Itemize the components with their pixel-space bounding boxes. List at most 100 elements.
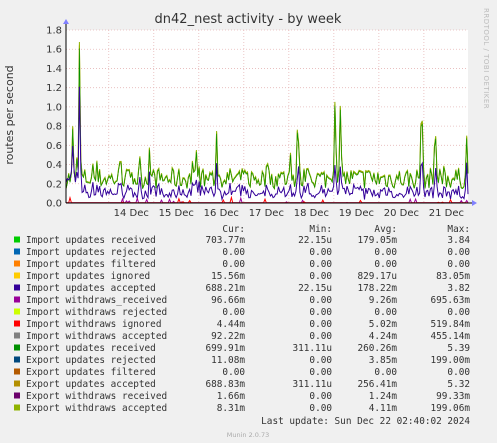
legend-value-max: 99.33m — [436, 391, 470, 402]
legend-series-name: Import withdraws rejected — [26, 307, 167, 318]
legend-value-avg: 829.17u — [357, 271, 397, 282]
legend-swatch — [14, 380, 20, 387]
legend-swatch — [14, 296, 20, 303]
legend-series-name: Import updates ignored — [26, 271, 150, 282]
legend-value-cur: 0.00 — [222, 307, 245, 318]
legend-swatch — [14, 260, 20, 267]
legend-value-cur: 0.00 — [222, 367, 245, 378]
legend-series-name: Import withdraws ignored — [26, 319, 161, 330]
legend-value-cur: 703.77m — [205, 235, 245, 246]
legend-value-avg: 0.00 — [374, 247, 397, 258]
legend-series-name: Export updates filtered — [26, 367, 156, 378]
legend-value-avg: 0.00 — [374, 307, 397, 318]
legend-value-max: 3.82 — [447, 283, 470, 294]
legend-value-max: 455.14m — [430, 331, 470, 342]
y-tick-label: 0.0 — [46, 199, 62, 210]
legend-value-min: 0.00 — [309, 319, 332, 330]
legend-series-name: Import updates rejected — [26, 247, 156, 258]
legend-series-name: Import withdraws_received — [26, 295, 167, 306]
legend-value-max: 199.06m — [430, 403, 470, 414]
legend-value-max: 5.39 — [447, 343, 470, 354]
legend-value-cur: 92.22m — [211, 331, 245, 342]
legend-header-max: Max: — [447, 224, 470, 235]
legend: Cur: Min: Avg: Max: Import updates recei… — [14, 224, 470, 414]
munin-graph: dn42_nest activity - by week routes per … — [3, 8, 490, 439]
x-tick-label: 20 Dec — [384, 208, 419, 219]
munin-version: Munin 2.0.73 — [227, 431, 270, 439]
y-tick-label: 0.2 — [46, 179, 62, 190]
legend-value-max: 3.84 — [447, 235, 470, 246]
legend-value-cur: 1.66m — [217, 391, 246, 402]
legend-value-min: 0.00 — [309, 307, 332, 318]
y-axis-arrow — [63, 19, 69, 24]
legend-value-min: 311.11u — [292, 379, 332, 390]
legend-series-name: Import updates filtered — [26, 259, 156, 270]
legend-value-max: 519.84m — [430, 319, 470, 330]
y-tick-label: 0.4 — [46, 160, 62, 171]
legend-series-name: Export withdraws accepted — [26, 403, 167, 414]
legend-value-avg: 3.85m — [369, 355, 398, 366]
rrdtool-watermark: RRDTOOL / TOBI OETIKER — [482, 8, 490, 109]
legend-swatch — [14, 236, 20, 243]
legend-series-name: Import updates accepted — [26, 283, 156, 294]
legend-swatch — [14, 356, 20, 363]
legend-swatch — [14, 344, 20, 351]
y-tick-label: 0.6 — [46, 141, 62, 152]
legend-value-max: 0.00 — [447, 367, 470, 378]
legend-value-avg: 0.00 — [374, 367, 397, 378]
x-tick-label: 18 Dec — [294, 208, 329, 219]
legend-swatch — [14, 284, 20, 291]
legend-value-avg: 4.11m — [369, 403, 398, 414]
legend-value-cur: 0.00 — [222, 247, 245, 258]
legend-value-avg: 260.26m — [357, 343, 397, 354]
legend-swatch — [14, 368, 20, 375]
x-tick-label: 15 Dec — [159, 208, 194, 219]
legend-value-min: 0.00 — [309, 331, 332, 342]
legend-value-avg: 179.05m — [357, 235, 397, 246]
legend-value-max: 0.00 — [447, 247, 470, 258]
legend-value-max: 5.32 — [447, 379, 470, 390]
legend-value-min: 0.00 — [309, 355, 332, 366]
legend-value-avg: 5.02m — [369, 319, 398, 330]
legend-value-cur: 688.83m — [205, 379, 245, 390]
legend-series-name: Export updates accepted — [26, 379, 156, 390]
legend-value-min: 311.11u — [292, 343, 332, 354]
legend-value-min: 0.00 — [309, 367, 332, 378]
legend-swatch — [14, 404, 20, 411]
legend-series-name: Export withdraws received — [26, 391, 167, 402]
legend-value-min: 22.15u — [298, 283, 332, 294]
legend-value-min: 0.00 — [309, 391, 332, 402]
legend-value-cur: 96.66m — [211, 295, 245, 306]
x-tick-label: 19 Dec — [339, 208, 374, 219]
legend-series-name: Import withdraws accepted — [26, 331, 167, 342]
x-tick-label: 16 Dec — [204, 208, 239, 219]
legend-value-min: 22.15u — [298, 235, 332, 246]
legend-series-name: Export updates rejected — [26, 355, 156, 366]
legend-header-min: Min: — [309, 224, 332, 235]
legend-swatch — [14, 332, 20, 339]
x-axis-arrow — [472, 200, 477, 206]
chart-title: dn42_nest activity - by week — [155, 12, 342, 27]
legend-value-max: 695.63m — [430, 295, 470, 306]
legend-value-max: 0.00 — [447, 259, 470, 270]
legend-value-cur: 4.44m — [217, 319, 246, 330]
y-tick-label: 1.8 — [46, 26, 62, 37]
legend-value-min: 0.00 — [309, 403, 332, 414]
legend-series-name: Export updates received — [26, 343, 156, 354]
x-tick-label: 21 Dec — [429, 208, 464, 219]
y-tick-label: 1.6 — [46, 45, 62, 56]
legend-value-cur: 11.08m — [211, 355, 245, 366]
x-tick-label: 17 Dec — [249, 208, 284, 219]
legend-series-name: Import updates received — [26, 235, 156, 246]
legend-swatch — [14, 248, 20, 255]
legend-value-avg: 178.22m — [357, 283, 397, 294]
legend-header-avg: Avg: — [374, 224, 397, 235]
legend-value-avg: 4.24m — [369, 331, 398, 342]
y-tick-label: 0.8 — [46, 122, 62, 133]
legend-swatch — [14, 272, 20, 279]
legend-value-min: 0.00 — [309, 295, 332, 306]
legend-value-cur: 0.00 — [222, 259, 245, 270]
y-tick-label: 1.0 — [46, 102, 62, 113]
legend-value-cur: 15.56m — [211, 271, 245, 282]
legend-swatch — [14, 320, 20, 327]
